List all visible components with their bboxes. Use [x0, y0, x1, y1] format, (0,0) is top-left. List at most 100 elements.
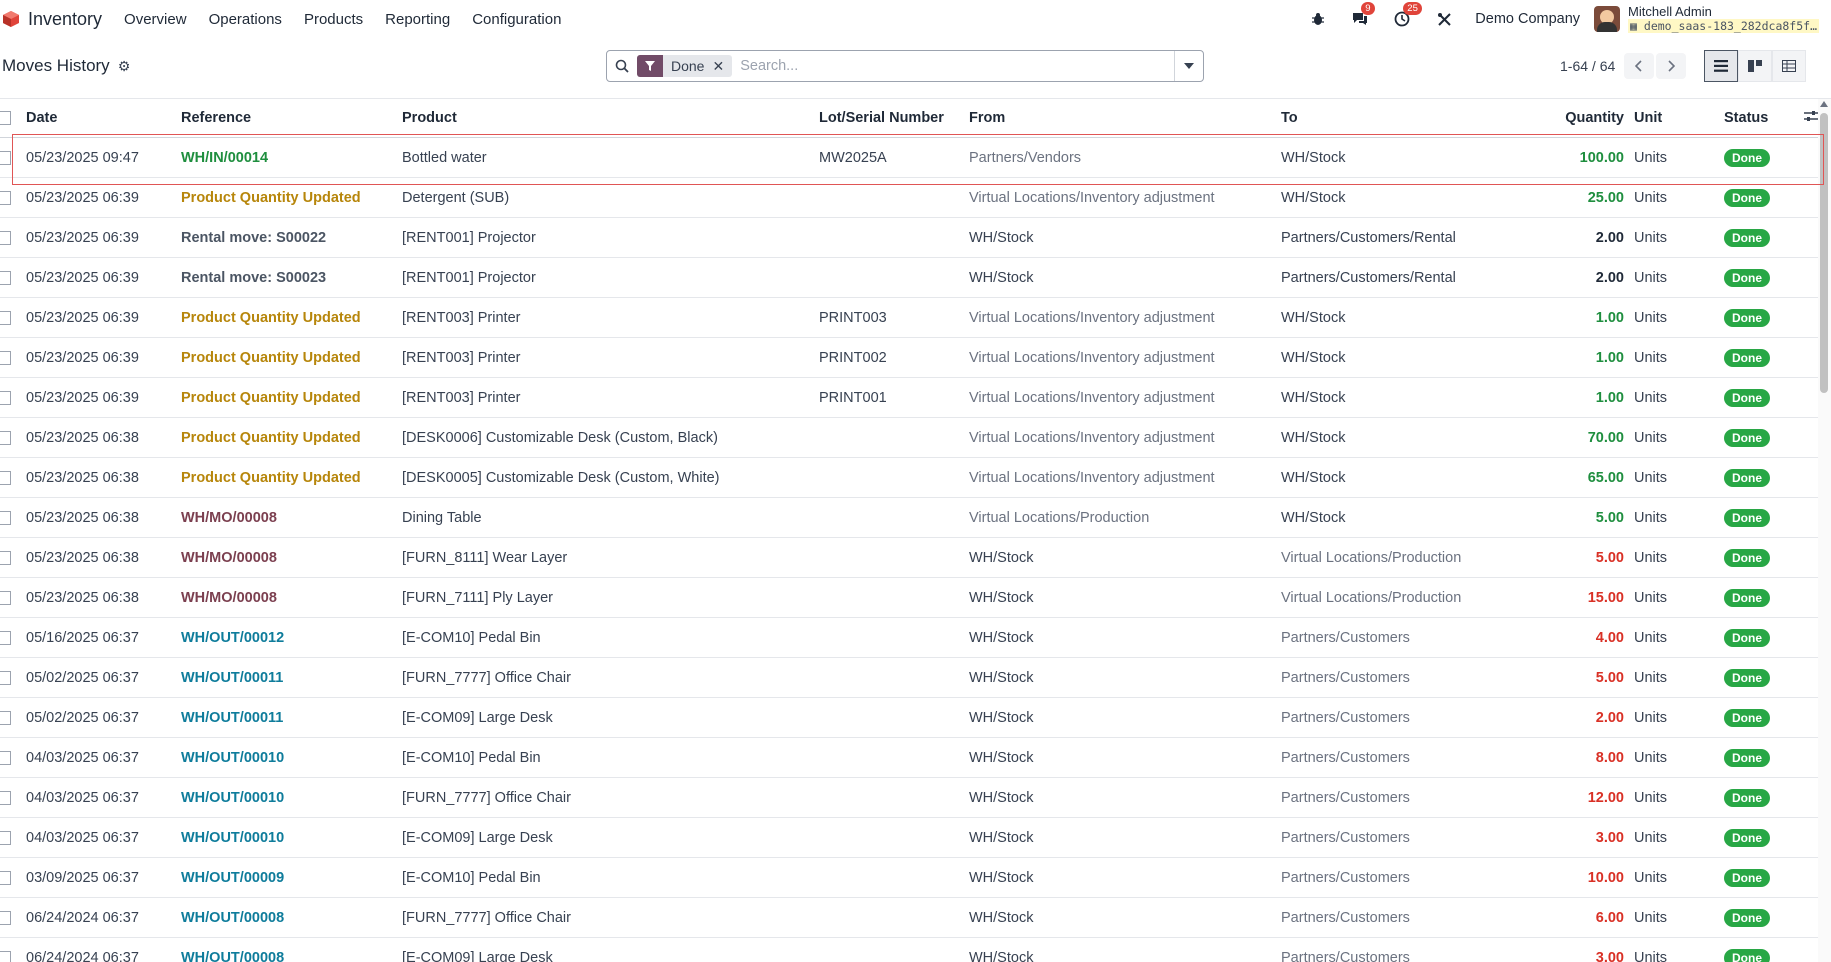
- cell-reference[interactable]: Product Quantity Updated: [181, 417, 402, 458]
- gear-icon[interactable]: ⚙: [118, 58, 131, 75]
- search-options-toggle[interactable]: [1174, 51, 1203, 81]
- table-row[interactable]: 05/23/2025 06:39 Product Quantity Updated…: [0, 377, 1820, 418]
- row-checkbox[interactable]: [0, 457, 26, 498]
- table-row[interactable]: 03/09/2025 06:37 WH/OUT/00009 [E-COM10] Pe…: [0, 857, 1820, 898]
- cell-reference[interactable]: Product Quantity Updated: [181, 337, 402, 378]
- table-row[interactable]: 05/23/2025 06:39 Product Quantity Updated…: [0, 297, 1820, 338]
- activities-clock-icon[interactable]: 25: [1391, 2, 1422, 30]
- row-checkbox[interactable]: [0, 897, 26, 938]
- col-product[interactable]: Product: [402, 99, 819, 138]
- table-row[interactable]: 05/23/2025 06:39 Rental move: S00023 [RENT…: [0, 257, 1820, 298]
- table-row[interactable]: 05/23/2025 06:38 WH/MO/00008 Dining Table V…: [0, 497, 1820, 538]
- row-checkbox[interactable]: [0, 537, 26, 578]
- list-view-button[interactable]: [1704, 50, 1738, 82]
- cell-reference[interactable]: WH/OUT/00010: [181, 817, 402, 858]
- table-row[interactable]: 05/02/2025 06:37 WH/OUT/00011 [E-COM09] La…: [0, 697, 1820, 738]
- scroll-up-arrow-icon[interactable]: [1820, 101, 1828, 107]
- row-checkbox[interactable]: [0, 817, 26, 858]
- inventory-app-icon[interactable]: [2, 10, 20, 28]
- table-row[interactable]: 05/23/2025 06:39 Product Quantity Updated…: [0, 337, 1820, 378]
- table-row[interactable]: 04/03/2025 06:37 WH/OUT/00010 [FURN_7777] …: [0, 777, 1820, 818]
- menu-configuration[interactable]: Configuration: [472, 11, 561, 28]
- row-checkbox[interactable]: [0, 937, 26, 962]
- table-row[interactable]: 04/03/2025 06:37 WH/OUT/00010 [E-COM09] La…: [0, 817, 1820, 858]
- col-quantity[interactable]: Quantity: [1543, 99, 1634, 138]
- col-reference[interactable]: Reference: [181, 99, 402, 138]
- cell-reference[interactable]: WH/OUT/00010: [181, 777, 402, 818]
- debug-bug-icon[interactable]: [1307, 8, 1329, 30]
- row-checkbox[interactable]: [0, 417, 26, 458]
- row-checkbox[interactable]: [0, 137, 26, 178]
- user-menu[interactable]: Mitchell Admin ▦ demo_saas-183_282dca8f5…: [1628, 5, 1819, 33]
- pager-previous-button[interactable]: [1624, 53, 1654, 79]
- search-input[interactable]: [738, 51, 1174, 81]
- row-checkbox[interactable]: [0, 617, 26, 658]
- col-lot[interactable]: Lot/Serial Number: [819, 99, 969, 138]
- cell-reference[interactable]: WH/OUT/00011: [181, 657, 402, 698]
- row-checkbox[interactable]: [0, 297, 26, 338]
- app-name[interactable]: Inventory: [28, 9, 102, 30]
- row-checkbox[interactable]: [0, 337, 26, 378]
- table-row[interactable]: 04/03/2025 06:37 WH/OUT/00010 [E-COM10] Pe…: [0, 737, 1820, 778]
- table-row[interactable]: 05/23/2025 06:38 WH/MO/00008 [FURN_7111] P…: [0, 577, 1820, 618]
- cell-reference[interactable]: Product Quantity Updated: [181, 457, 402, 498]
- row-checkbox[interactable]: [0, 737, 26, 778]
- company-switcher[interactable]: Demo Company: [1475, 11, 1580, 27]
- cell-reference[interactable]: Product Quantity Updated: [181, 297, 402, 338]
- messages-icon[interactable]: 9: [1349, 2, 1375, 30]
- kanban-view-button[interactable]: [1738, 50, 1772, 82]
- table-row[interactable]: 05/23/2025 06:39 Rental move: S00022 [RENT…: [0, 217, 1820, 258]
- col-status[interactable]: Status: [1724, 99, 1804, 138]
- menu-products[interactable]: Products: [304, 11, 363, 28]
- cell-reference[interactable]: WH/OUT/00012: [181, 617, 402, 658]
- user-avatar[interactable]: [1594, 6, 1621, 32]
- cell-reference[interactable]: WH/OUT/00010: [181, 737, 402, 778]
- cell-reference[interactable]: Rental move: S00022: [181, 217, 402, 258]
- table-row[interactable]: 05/23/2025 06:38 Product Quantity Updated…: [0, 457, 1820, 498]
- row-checkbox[interactable]: [0, 217, 26, 258]
- row-checkbox[interactable]: [0, 177, 26, 218]
- table-row[interactable]: 06/24/2024 06:37 WH/OUT/00008 [E-COM09] La…: [0, 937, 1820, 962]
- cell-reference[interactable]: Product Quantity Updated: [181, 177, 402, 218]
- cell-reference[interactable]: WH/OUT/00011: [181, 697, 402, 738]
- table-row[interactable]: 05/23/2025 06:38 Product Quantity Updated…: [0, 417, 1820, 458]
- pager-value[interactable]: 1-64 / 64: [1560, 58, 1615, 74]
- row-checkbox[interactable]: [0, 697, 26, 738]
- cell-reference[interactable]: WH/MO/00008: [181, 577, 402, 618]
- col-from[interactable]: From: [969, 99, 1281, 138]
- table-row[interactable]: 05/16/2025 06:37 WH/OUT/00012 [E-COM10] Pe…: [0, 617, 1820, 658]
- pivot-view-button[interactable]: [1772, 50, 1806, 82]
- row-checkbox[interactable]: [0, 497, 26, 538]
- cell-reference[interactable]: WH/IN/00014: [181, 137, 402, 178]
- menu-operations[interactable]: Operations: [209, 11, 282, 28]
- col-to[interactable]: To: [1281, 99, 1543, 138]
- menu-overview[interactable]: Overview: [124, 11, 187, 28]
- select-all-checkbox[interactable]: [0, 99, 26, 138]
- vertical-scrollbar[interactable]: [1818, 99, 1831, 962]
- facet-close-icon[interactable]: ✕: [712, 58, 732, 75]
- table-row[interactable]: 05/23/2025 09:47 WH/IN/00014 Bottled water…: [0, 137, 1820, 178]
- cell-reference[interactable]: WH/MO/00008: [181, 497, 402, 538]
- row-checkbox[interactable]: [0, 257, 26, 298]
- tools-icon[interactable]: [1433, 8, 1455, 30]
- row-checkbox[interactable]: [0, 777, 26, 818]
- cell-reference[interactable]: WH/OUT/00008: [181, 897, 402, 938]
- table-row[interactable]: 05/02/2025 06:37 WH/OUT/00011 [FURN_7777] …: [0, 657, 1820, 698]
- row-checkbox[interactable]: [0, 377, 26, 418]
- table-row[interactable]: 06/24/2024 06:37 WH/OUT/00008 [FURN_7777] …: [0, 897, 1820, 938]
- cell-reference[interactable]: WH/OUT/00009: [181, 857, 402, 898]
- col-date[interactable]: Date: [26, 99, 181, 138]
- cell-reference[interactable]: WH/OUT/00008: [181, 937, 402, 962]
- search-icon[interactable]: [607, 59, 637, 73]
- row-checkbox[interactable]: [0, 857, 26, 898]
- row-checkbox[interactable]: [0, 657, 26, 698]
- col-unit[interactable]: Unit: [1634, 99, 1724, 138]
- scroll-thumb[interactable]: [1820, 113, 1828, 393]
- table-row[interactable]: 05/23/2025 06:38 WH/MO/00008 [FURN_8111] W…: [0, 537, 1820, 578]
- cell-reference[interactable]: WH/MO/00008: [181, 537, 402, 578]
- row-checkbox[interactable]: [0, 577, 26, 618]
- cell-reference[interactable]: Product Quantity Updated: [181, 377, 402, 418]
- cell-reference[interactable]: Rental move: S00023: [181, 257, 402, 298]
- pager-next-button[interactable]: [1656, 53, 1686, 79]
- menu-reporting[interactable]: Reporting: [385, 11, 450, 28]
